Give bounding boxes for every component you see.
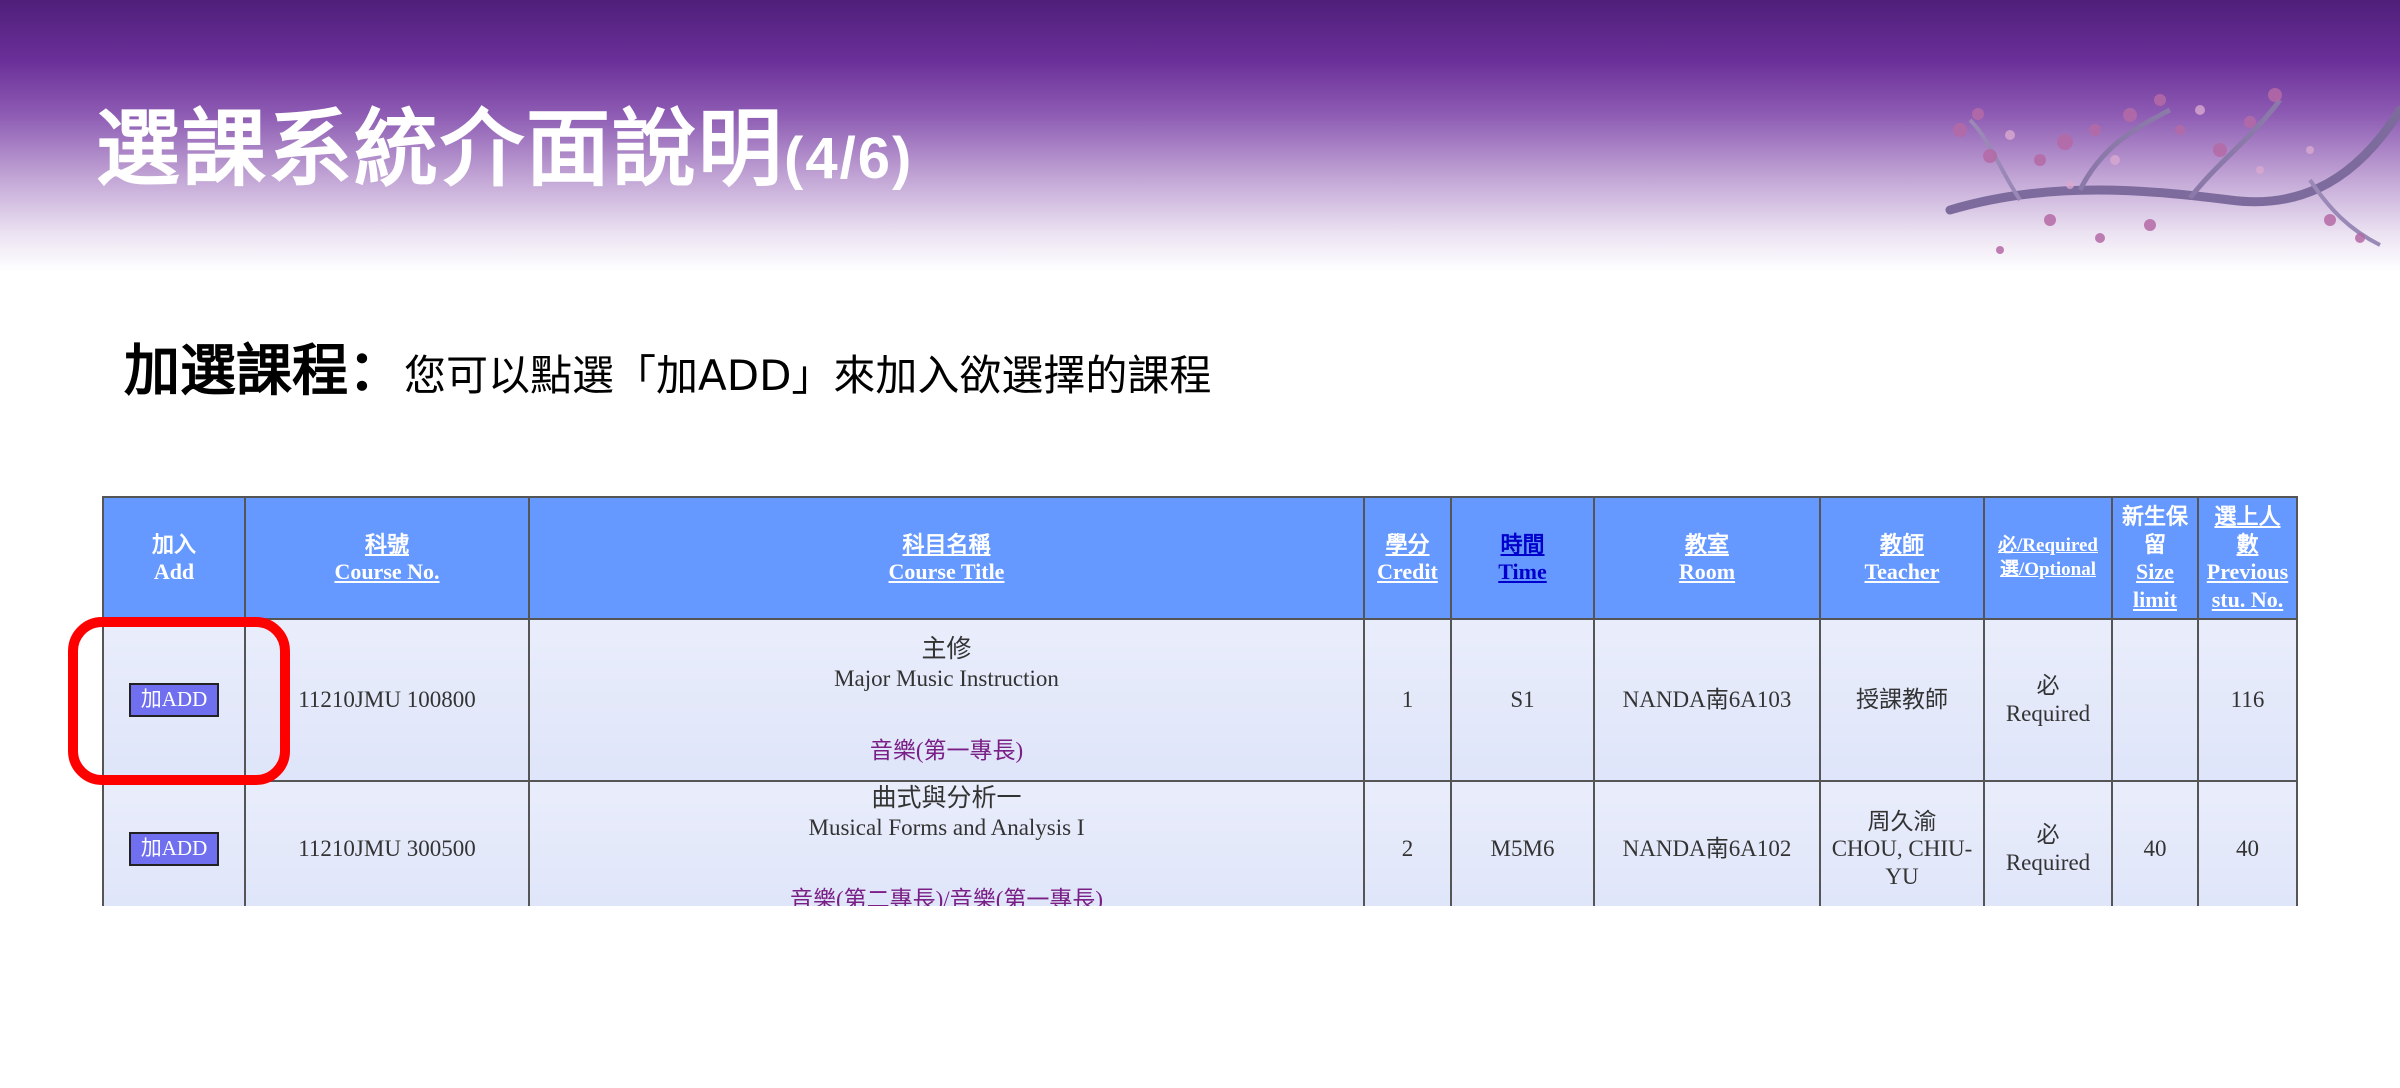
col-header-room-en[interactable]: Room [1597, 558, 1817, 586]
room-cell: NANDA南6A103 [1593, 618, 1821, 782]
slide-title: 選課系統介面說明(4/6) [96, 82, 913, 203]
col-header-course-no[interactable]: 科號 Course No. [244, 496, 530, 620]
slide-title-text: 選課系統介面說明 [96, 100, 785, 198]
teacher-cell: 周久渝 CHOU, CHIU-YU [1819, 780, 1985, 918]
col-header-credit-en[interactable]: Credit [1367, 558, 1448, 586]
col-header-required-line1[interactable]: 必/Required [1987, 534, 2109, 558]
required-cell: 必 Required [1983, 618, 2113, 782]
col-header-room[interactable]: 教室 Room [1593, 496, 1821, 620]
col-header-time-zh[interactable]: 時間 [1454, 531, 1591, 559]
col-header-title-en[interactable]: Course Title [532, 558, 1361, 586]
cherry-branch-decoration [1945, 88, 2400, 254]
teacher-name-en: CHOU, CHIU-YU [1831, 836, 1973, 889]
col-header-course-no-zh[interactable]: 科號 [248, 531, 526, 559]
table-row: 加ADD 11210JMU 300500 曲式與分析一 Musical Form… [102, 780, 2298, 918]
col-header-time-en[interactable]: Time [1454, 558, 1591, 586]
col-header-size-en2[interactable]: limit [2115, 586, 2195, 614]
add-cell: 加ADD [102, 780, 246, 918]
col-header-credit[interactable]: 學分 Credit [1363, 496, 1452, 620]
course-category: 音樂(第一專長) [869, 738, 1024, 763]
instruction-text: 加選課程：您可以點選「加ADD」來加入欲選擇的課程 [124, 326, 1211, 407]
col-header-credit-zh[interactable]: 學分 [1367, 531, 1448, 559]
col-header-add-zh: 加入 [151, 531, 196, 557]
course-title-zh: 曲式與分析一 [871, 785, 1022, 813]
course-title-en: Musical Forms and Analysis I [808, 815, 1085, 841]
course-title-cell: 曲式與分析一 Musical Forms and Analysis I 音樂(第… [528, 780, 1365, 918]
col-header-required-line2[interactable]: 選/Optional [1987, 558, 2109, 582]
required-en: Required [2005, 701, 2091, 726]
col-header-teacher-zh[interactable]: 教師 [1823, 531, 1981, 559]
col-header-prev-en1[interactable]: Previous [2201, 558, 2294, 586]
size-limit-cell [2111, 618, 2199, 782]
size-limit-cell: 40 [2111, 780, 2199, 918]
teacher-name-zh: 周久渝 [1867, 808, 1937, 834]
col-header-prev-zh2[interactable]: 數 [2201, 531, 2294, 559]
credit-cell: 2 [1363, 780, 1452, 918]
col-header-required[interactable]: 必/Required 選/Optional [1983, 496, 2113, 620]
col-header-size-zh1: 新生保 [2121, 504, 2188, 529]
course-table: 加入 Add 科號 Course No. 科目名稱 Course Title 學… [102, 496, 2298, 918]
teacher-cell: 授課教師 [1819, 618, 1985, 782]
previous-count-cell: 116 [2197, 618, 2298, 782]
course-no-cell: 11210JMU 300500 [244, 780, 530, 918]
col-header-teacher-en[interactable]: Teacher [1823, 558, 1981, 586]
col-header-size-en1[interactable]: Size [2115, 558, 2195, 586]
col-header-teacher[interactable]: 教師 Teacher [1819, 496, 1985, 620]
teacher-name-zh: 授課教師 [1856, 687, 1948, 713]
instruction-lead: 加選課程： [124, 339, 404, 404]
previous-count-cell: 40 [2197, 780, 2298, 918]
credit-cell: 1 [1363, 618, 1452, 782]
add-button[interactable]: 加ADD [128, 832, 220, 866]
required-zh: 必 [2036, 822, 2060, 848]
col-header-previous[interactable]: 選上人 數 Previous stu. No. [2197, 496, 2298, 620]
col-header-prev-en2[interactable]: stu. No. [2201, 586, 2294, 614]
highlight-callout [68, 617, 290, 785]
col-header-add-en: Add [153, 559, 195, 584]
time-cell: M5M6 [1450, 780, 1595, 918]
course-title-en: Major Music Instruction [834, 666, 1059, 692]
col-header-title[interactable]: 科目名稱 Course Title [528, 496, 1365, 620]
time-cell: S1 [1450, 618, 1595, 782]
room-cell: NANDA南6A102 [1593, 780, 1821, 918]
required-cell: 必 Required [1983, 780, 2113, 918]
required-en: Required [2005, 850, 2091, 875]
col-header-size-limit[interactable]: 新生保 留 Size limit [2111, 496, 2199, 620]
col-header-title-zh[interactable]: 科目名稱 [532, 531, 1361, 559]
slide-title-suffix: (4/6) [784, 126, 914, 191]
course-title-cell: 主修 Major Music Instruction 音樂(第一專長) [528, 618, 1365, 782]
instruction-body: 您可以點選「加ADD」來加入欲選擇的課程 [404, 351, 1212, 400]
col-header-course-no-en[interactable]: Course No. [248, 558, 526, 586]
course-title-zh: 主修 [921, 636, 972, 664]
col-header-room-zh[interactable]: 教室 [1597, 531, 1817, 559]
col-header-time[interactable]: 時間 Time [1450, 496, 1595, 620]
col-header-add: 加入 Add [102, 496, 246, 620]
col-header-prev-zh1[interactable]: 選上人 [2201, 503, 2294, 531]
col-header-size-zh2: 留 [2143, 531, 2166, 557]
slide-bottom-area [0, 906, 2400, 1088]
table-row: 加ADD 11210JMU 100800 主修 Major Music Inst… [102, 618, 2298, 782]
required-zh: 必 [2036, 673, 2060, 699]
table-header-row: 加入 Add 科號 Course No. 科目名稱 Course Title 學… [102, 496, 2298, 620]
